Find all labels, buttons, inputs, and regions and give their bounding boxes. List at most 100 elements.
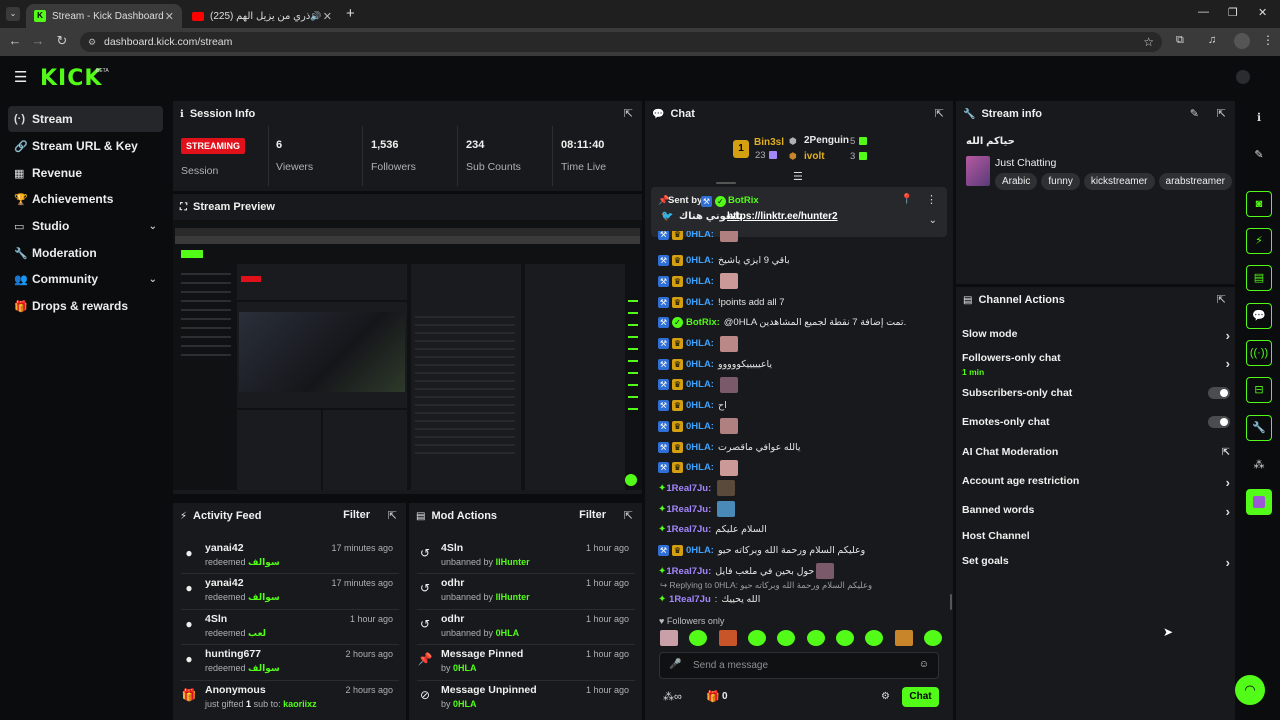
app-icon[interactable]	[1246, 489, 1272, 515]
activity-user[interactable]: hunting677	[205, 648, 261, 660]
emotes-only-toggle[interactable]	[1208, 416, 1230, 428]
chat-emote-icon[interactable]	[719, 273, 738, 290]
ai-moderation-row[interactable]: AI Chat Moderation ⇱	[962, 446, 1232, 458]
chat-scrollbar[interactable]	[950, 594, 952, 610]
document-icon[interactable]: ▤	[1246, 265, 1272, 291]
chat-username[interactable]: 0HLA:	[686, 338, 714, 349]
maximize-icon[interactable]: ❐	[1228, 6, 1238, 19]
media-controls-icon[interactable]: ♫	[1208, 34, 1216, 46]
popout-icon[interactable]: ⇱	[1217, 107, 1226, 120]
chat-username[interactable]: 1Real7Ju:	[666, 483, 711, 494]
help-support-icon[interactable]: ◠	[1235, 675, 1265, 705]
emote-icon[interactable]	[923, 630, 942, 646]
chat-username[interactable]: BotRix:	[686, 317, 720, 328]
chat-username[interactable]: 0HLA:	[686, 359, 714, 370]
clip-icon[interactable]: ◙	[1246, 191, 1272, 217]
chat-username[interactable]: 1Real7Ju:	[666, 524, 711, 535]
drag-handle[interactable]	[716, 182, 736, 184]
popout-icon[interactable]: ⇱	[388, 509, 397, 522]
banned-words-row[interactable]: Banned words ›	[962, 504, 1232, 519]
account-age-row[interactable]: Account age restriction ›	[962, 475, 1232, 490]
browser-menu-icon[interactable]: ⋮	[1262, 33, 1274, 47]
chat-username[interactable]: 0HLA:	[686, 400, 714, 411]
chat-emote-icon[interactable]	[719, 459, 738, 476]
activity-user[interactable]: yanai42	[205, 542, 244, 554]
close-window-icon[interactable]: ✕	[1258, 6, 1267, 19]
activity-user[interactable]: Anonymous	[205, 684, 266, 696]
chevron-down-icon[interactable]: ⌄	[929, 215, 937, 226]
tab-kick-dashboard[interactable]: K Stream - Kick Dashboard ✕	[26, 4, 182, 28]
chat-username[interactable]: 0HLA:	[686, 421, 714, 432]
host-channel-row[interactable]: Host Channel	[962, 530, 1232, 542]
sidebar-item-revenue[interactable]: ▦ Revenue	[8, 160, 163, 186]
stream-preview-video[interactable]	[173, 220, 642, 490]
sidebar-item-stream-url-key[interactable]: 🔗 Stream URL & Key	[8, 133, 163, 159]
emote-icon[interactable]	[747, 630, 766, 646]
sidebar-item-stream[interactable]: (·) Stream	[8, 106, 163, 132]
mod-action-moderator[interactable]: 0HLA	[453, 663, 477, 673]
emote-icon[interactable]	[894, 630, 913, 646]
unpin-icon[interactable]: 📍	[901, 194, 913, 205]
leader-name[interactable]: 2Penguin	[804, 135, 849, 146]
chat-emote-icon[interactable]	[719, 231, 738, 242]
emote-icon[interactable]	[865, 630, 884, 646]
mod-action-moderator[interactable]: 0HLA	[496, 628, 520, 638]
set-goals-row[interactable]: Set goals ›	[962, 555, 1232, 570]
hamburger-menu-icon[interactable]: ☰	[14, 68, 27, 86]
broadcast-icon[interactable]: ((·))	[1246, 340, 1272, 366]
back-icon[interactable]: ←	[3, 33, 27, 48]
chat-username[interactable]: 0HLA:	[686, 297, 714, 308]
category-name[interactable]: Just Chatting	[995, 157, 1056, 169]
chat-icon[interactable]: 💬	[1246, 303, 1272, 329]
chevron-down-icon[interactable]: ⌄	[149, 221, 157, 232]
popout-icon[interactable]: ⇱	[624, 107, 633, 120]
mod-action-moderator[interactable]: IIHunter	[496, 557, 530, 567]
pinned-user[interactable]: BotRix	[728, 195, 759, 206]
emote-icon[interactable]	[689, 630, 708, 646]
emote-icon[interactable]	[806, 630, 825, 646]
mod-filter-button[interactable]: Filter	[579, 509, 606, 521]
channel-points-icon[interactable]: ⁂∞	[663, 690, 682, 703]
stream-tag[interactable]: Arabic	[995, 173, 1038, 190]
popout-icon[interactable]: ⇱	[935, 107, 944, 120]
subscribers-only-toggle[interactable]	[1208, 387, 1230, 399]
sidebar-item-moderation[interactable]: 🔧 Moderation	[8, 240, 163, 266]
chat-settings-icon[interactable]: ⚙	[881, 691, 890, 702]
close-tab-icon[interactable]: ✕	[165, 10, 174, 23]
emote-icon[interactable]	[835, 630, 854, 646]
mod-action-target[interactable]: odhr	[441, 613, 464, 625]
audio-icon[interactable]: 🔊	[310, 11, 321, 22]
microphone-icon[interactable]: 🎤	[669, 659, 681, 670]
chat-input[interactable]: 🎤 Send a message ☺	[659, 652, 939, 679]
chat-username[interactable]: 1Real7Ju:	[666, 566, 711, 577]
leader-name[interactable]: ivolt	[804, 151, 825, 162]
chat-username[interactable]: 0HLA:	[686, 231, 714, 240]
sidebar-item-drops-rewards[interactable]: 🎁 Drops & rewards	[8, 293, 163, 319]
profile-avatar[interactable]	[1234, 33, 1250, 49]
minimize-icon[interactable]: —	[1198, 6, 1209, 18]
chat-username[interactable]: 1Real7Ju:	[666, 504, 711, 515]
sidebar-item-achievements[interactable]: 🏆 Achievements	[8, 186, 163, 212]
emoji-picker-icon[interactable]: ☺	[919, 659, 929, 670]
gift-target[interactable]: kaoriixz	[283, 699, 317, 709]
site-info-icon[interactable]: ⚙	[88, 32, 96, 52]
stream-tag[interactable]: arabstreamer	[1158, 173, 1232, 190]
bolt-icon[interactable]: ⚡	[1246, 228, 1272, 254]
forward-icon[interactable]: →	[26, 33, 50, 48]
mod-action-moderator[interactable]: 0HLA	[453, 699, 477, 709]
edit-icon[interactable]: ✎	[1190, 107, 1199, 120]
send-chat-button[interactable]: Chat	[902, 687, 939, 707]
mod-action-moderator[interactable]: IIHunter	[496, 592, 530, 602]
chat-emote-icon[interactable]	[816, 563, 835, 580]
more-options-icon[interactable]: ⋮	[926, 193, 937, 206]
activity-user[interactable]: yanai42	[205, 577, 244, 589]
activity-user[interactable]: 4Sln	[205, 613, 227, 625]
chat-username[interactable]: 0HLA:	[686, 255, 714, 266]
slow-mode-row[interactable]: Slow mode ›	[962, 328, 1232, 343]
leaderboard-expand-icon[interactable]: ☰	[793, 170, 803, 183]
layout-icon[interactable]: ⊟	[1246, 377, 1272, 403]
points-icon[interactable]: ⁂	[1246, 452, 1272, 478]
new-tab-button[interactable]: +	[346, 5, 355, 22]
info-icon[interactable]: ℹ	[1246, 105, 1272, 131]
sidebar-item-studio[interactable]: ▭ Studio ⌄	[8, 213, 163, 239]
